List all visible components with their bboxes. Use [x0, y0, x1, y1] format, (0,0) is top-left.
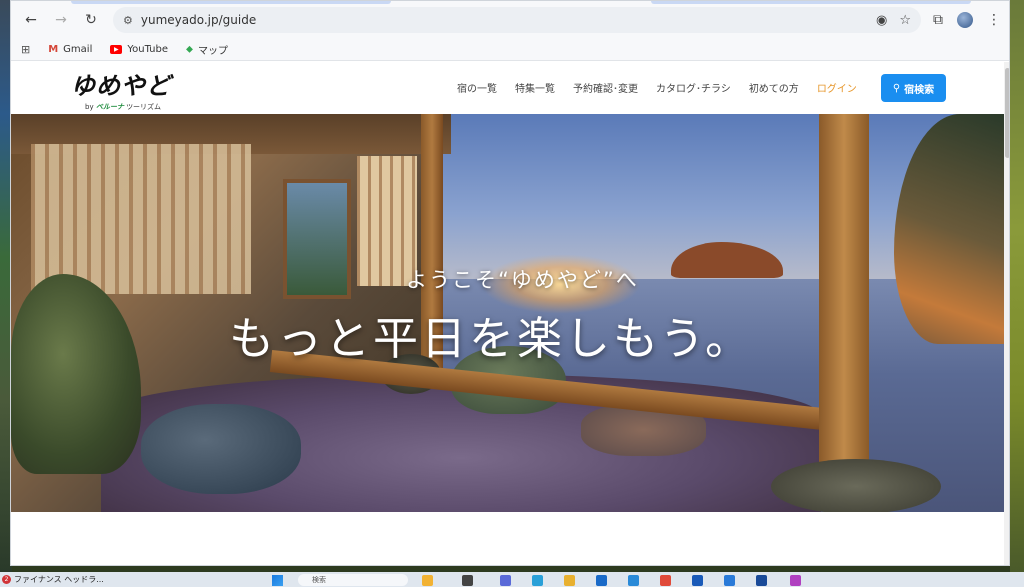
logo-wordmark: ゆめやど — [71, 71, 171, 100]
bookmark-youtube[interactable]: ▶ YouTube — [110, 44, 168, 55]
maps-icon: ⬥ — [186, 44, 194, 55]
hero-text-layer: ようこそ“ゆめやど”へ もっと平日を楽しもう。 — [11, 114, 1004, 512]
desktop-right-edge — [1010, 0, 1024, 572]
logo-sub-brand: ベルーナ — [95, 103, 124, 111]
taskbar-app-icon[interactable] — [422, 575, 433, 586]
notification-badge[interactable]: 2 — [2, 575, 11, 584]
taskbar-app-icon[interactable] — [756, 575, 767, 586]
taskbar-search[interactable]: 検索 — [298, 574, 408, 586]
nav-item-reservation[interactable]: 予約確認･変更 — [573, 80, 638, 95]
reload-icon[interactable]: ↻ — [79, 8, 103, 32]
news-widget[interactable]: ファイナンス ヘッドラ... — [14, 574, 104, 585]
forward-arrow-icon[interactable]: → — [49, 8, 73, 32]
taskbar-app-icon[interactable] — [790, 575, 801, 586]
gmail-icon: M — [48, 44, 59, 55]
site-header: ゆめやど by ベルーナ ツーリズム 宿の一覧 特集一覧 予約確認･変更 カタロ… — [11, 62, 1009, 114]
youtube-icon: ▶ — [110, 45, 123, 54]
taskbar-app-icon[interactable] — [462, 575, 473, 586]
address-bar[interactable]: ⚙ yumeyado.jp/guide ◉ ☆ — [113, 7, 921, 33]
global-nav: 宿の一覧 特集一覧 予約確認･変更 カタログ･チラシ 初めての方 ログイン — [457, 80, 857, 95]
bookmark-star-icon[interactable]: ☆ — [899, 13, 911, 28]
page-scrollbar[interactable] — [1004, 62, 1009, 565]
nav-item-inn-list[interactable]: 宿の一覧 — [457, 80, 497, 95]
url-text[interactable]: yumeyado.jp/guide — [141, 13, 864, 27]
bookmarks-bar: ⊞ M Gmail ▶ YouTube ⬥ マップ — [11, 39, 1009, 61]
taskbar-app-icon[interactable] — [628, 575, 639, 586]
menu-kebab-icon[interactable]: ⋮ — [987, 12, 1001, 28]
tab-indicator-2 — [651, 1, 971, 4]
scrollbar-thumb[interactable] — [1005, 68, 1009, 158]
chrome-icon[interactable] — [660, 575, 671, 586]
bookmark-gmail[interactable]: M Gmail — [48, 44, 92, 55]
nav-item-login[interactable]: ログイン — [817, 80, 857, 95]
inn-search-button[interactable]: ⚲ 宿検索 — [881, 74, 946, 102]
back-arrow-icon[interactable]: ← — [19, 8, 43, 32]
site-info-icon[interactable]: ⚙ — [123, 14, 133, 27]
logo-sub-prefix: by — [85, 103, 94, 111]
taskbar-app-icon[interactable] — [724, 575, 735, 586]
windows-taskbar: 2 ファイナンス ヘッドラ... 検索 — [0, 572, 1024, 587]
hero-welcome-text: ようこそ“ゆめやど”へ — [406, 268, 639, 292]
hero-tagline: もっと平日を楽しもう。 — [229, 312, 753, 365]
folder-icon[interactable] — [564, 575, 575, 586]
nav-item-first-time[interactable]: 初めての方 — [749, 80, 799, 95]
logo-subtitle: by ベルーナ ツーリズム — [71, 102, 171, 112]
start-windows-icon[interactable] — [272, 575, 283, 586]
taskbar-app-icon[interactable] — [500, 575, 511, 586]
bookmark-label: YouTube — [127, 44, 169, 55]
bookmark-label: Gmail — [63, 44, 93, 55]
taskbar-app-icon[interactable] — [596, 575, 607, 586]
nav-item-catalog[interactable]: カタログ･チラシ — [656, 80, 731, 95]
eye-off-icon[interactable]: ◉ — [876, 13, 887, 28]
nav-item-features[interactable]: 特集一覧 — [515, 80, 555, 95]
bookmark-label: マップ — [198, 46, 229, 57]
profile-avatar[interactable] — [957, 12, 973, 28]
site-logo[interactable]: ゆめやど by ベルーナ ツーリズム — [71, 66, 171, 112]
edge-icon[interactable] — [532, 575, 543, 586]
bookmark-maps[interactable]: ⬥ マップ — [186, 42, 228, 57]
hero-image: ようこそ“ゆめやど”へ もっと平日を楽しもう。 — [11, 114, 1004, 512]
browser-toolbar: ← → ↻ ⚙ yumeyado.jp/guide ◉ ☆ ⧉ ⋮ — [11, 1, 1009, 39]
logo-sub-suffix: ツーリズム — [126, 103, 162, 111]
taskbar-app-icon[interactable] — [692, 575, 703, 586]
web-page: ゆめやど by ベルーナ ツーリズム 宿の一覧 特集一覧 予約確認･変更 カタロ… — [11, 62, 1009, 565]
search-icon: ⚲ — [892, 82, 901, 94]
apps-grid-icon[interactable]: ⊞ — [21, 43, 30, 56]
extensions-icon[interactable]: ⧉ — [933, 12, 943, 28]
search-button-label: 宿検索 — [904, 84, 935, 96]
browser-window: ← → ↻ ⚙ yumeyado.jp/guide ◉ ☆ ⧉ ⋮ ⊞ M Gm… — [10, 0, 1010, 566]
tab-indicator — [71, 1, 391, 4]
